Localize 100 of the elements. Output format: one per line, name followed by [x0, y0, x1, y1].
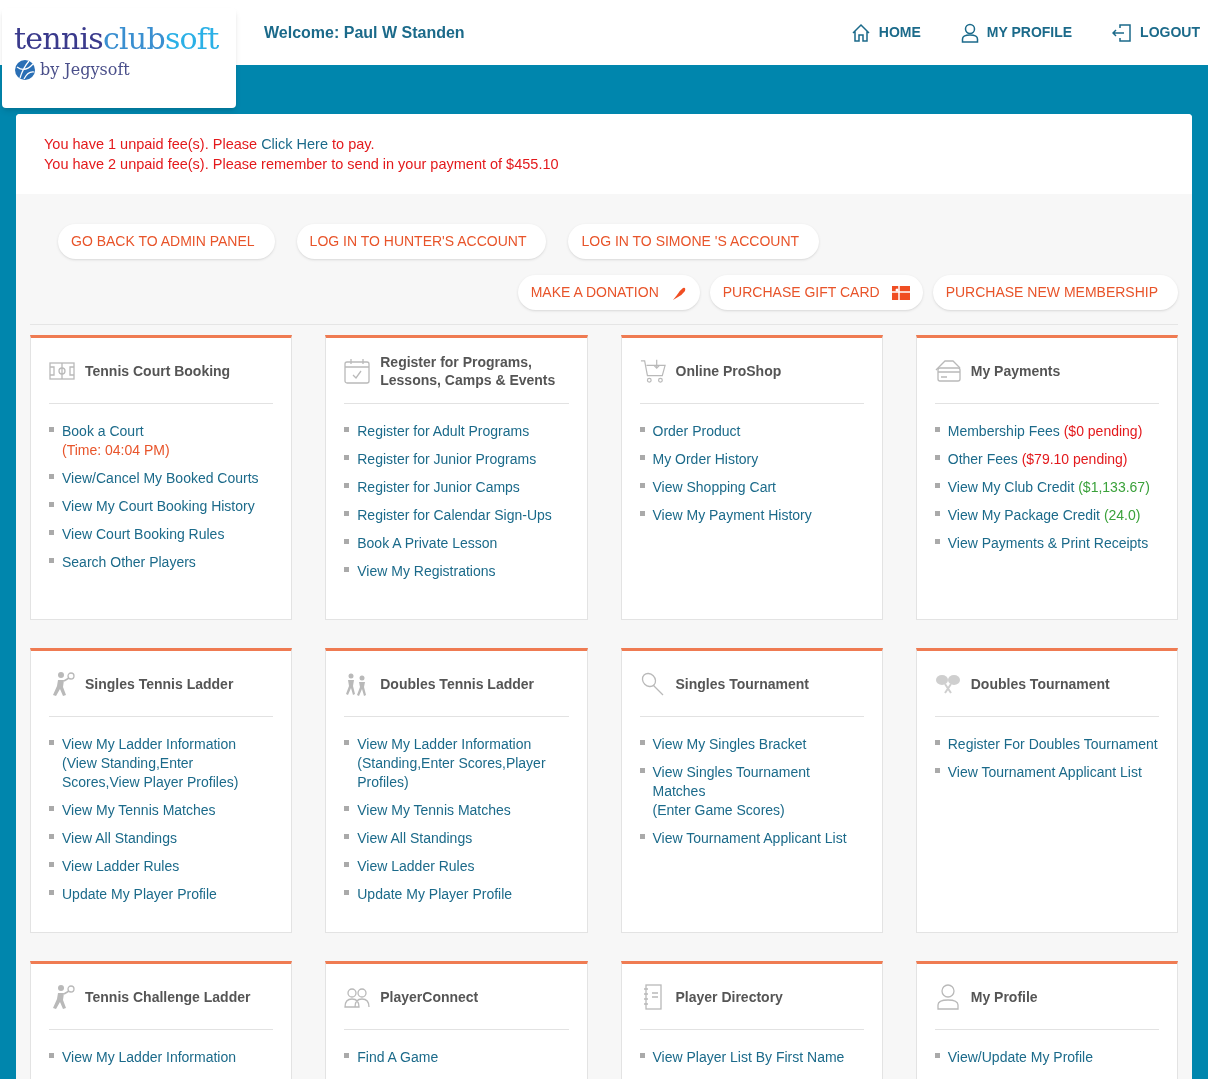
menu-link[interactable]: Register for Adult Programs: [357, 422, 530, 441]
bullet-icon: [49, 890, 54, 895]
card-title: Singles Tournament: [675, 674, 810, 693]
bullet-icon: [49, 862, 54, 867]
bullet-icon: [344, 427, 350, 432]
card-title: Singles Tennis Ladder: [85, 674, 234, 693]
card-title: Tennis Court Booking: [85, 361, 231, 380]
bullet-icon: [639, 511, 645, 516]
menu-link[interactable]: View My Tennis Matches: [357, 801, 511, 820]
globe-icon: [14, 59, 36, 81]
card-title: Player Directory: [675, 987, 783, 1006]
menu-link[interactable]: Book A Private Lesson: [357, 534, 498, 553]
menu-link[interactable]: Register for Junior Programs: [357, 450, 537, 469]
bullet-icon: [49, 427, 54, 432]
menu-link[interactable]: View My Singles Bracket: [652, 735, 807, 754]
card-title: PlayerConnect: [380, 987, 479, 1006]
bullet-icon: [934, 768, 940, 773]
bullet-icon: [49, 530, 54, 535]
bullet-icon: [49, 806, 54, 811]
menu-link[interactable]: View All Standings: [62, 829, 177, 848]
bullet-icon: [639, 1053, 645, 1058]
menu-link[interactable]: Membership Fees ($0 pending): [947, 422, 1143, 441]
bullet-icon: [344, 1053, 350, 1058]
nav-link[interactable]: HOME: [850, 22, 921, 43]
menu-link[interactable]: My Order History: [652, 450, 759, 469]
bullet-icon: [934, 511, 940, 516]
unpaid-fee-notice: You have 2 unpaid fee(s). Please remember to send in your payment of $455.10: [44, 155, 560, 174]
card-title: Online ProShop: [675, 361, 782, 380]
menu-link[interactable]: Update My Player Profile: [62, 885, 217, 904]
menu-link[interactable]: Register for Junior Camps: [357, 478, 520, 497]
nav-link[interactable]: LOGOUT: [1112, 22, 1200, 43]
bullet-icon: [344, 483, 350, 488]
notebook-icon: [643, 983, 662, 1010]
menu-link[interactable]: View My Ladder Information (View Standing,Enter Scores,View Player Profiles): [62, 735, 274, 792]
card-title: My Profile: [970, 987, 1038, 1006]
credit-card-icon: [934, 359, 961, 382]
logo-wordmark: tennisclubsoft: [14, 24, 220, 54]
nav-link[interactable]: MY PROFILE: [960, 22, 1073, 43]
menu-link[interactable]: View All Standings: [357, 829, 473, 848]
menu-link[interactable]: View Singles Tournament Matches (Enter Game Scores): [652, 763, 864, 820]
card-title: My Payments: [970, 361, 1061, 380]
menu-link[interactable]: View My Court Booking History: [62, 497, 255, 516]
logout-icon: [1112, 22, 1133, 43]
bullet-icon: [934, 1053, 940, 1058]
menu-link[interactable]: Other Fees ($79.10 pending): [947, 450, 1128, 469]
menu-link[interactable]: Register for Calendar Sign-Ups: [357, 506, 552, 525]
menu-link[interactable]: View/Cancel My Booked Courts: [62, 469, 259, 488]
menu-link[interactable]: Update My Player Profile: [357, 885, 513, 904]
bullet-icon: [344, 455, 350, 460]
action-button[interactable]: PURCHASE NEW MEMBERSHIP: [932, 275, 1178, 310]
menu-link[interactable]: View Court Booking Rules: [62, 525, 225, 544]
gift-card-icon: [891, 285, 910, 300]
unpaid-fee-notice: You have 1 unpaid fee(s). Please Click Here to pay.: [44, 135, 376, 154]
pay-link[interactable]: Click Here: [261, 136, 328, 152]
menu-link[interactable]: View My Ladder Information: [62, 1048, 237, 1067]
menu-link[interactable]: View Ladder Rules: [357, 857, 475, 876]
bullet-icon: [344, 511, 350, 516]
bullet-icon: [639, 834, 645, 839]
menu-link[interactable]: View My Payment History: [652, 506, 812, 525]
menu-link[interactable]: Find A Game: [357, 1048, 439, 1067]
menu-link[interactable]: View Tournament Applicant List: [652, 829, 847, 848]
action-button[interactable]: LOG IN TO HUNTER'S ACCOUNT: [296, 224, 547, 259]
menu-link[interactable]: View Shopping Cart: [652, 478, 776, 497]
calendar-icon: [344, 357, 371, 384]
card-title: Doubles Tournament: [970, 674, 1110, 693]
action-button[interactable]: GO BACK TO ADMIN PANEL: [58, 224, 275, 259]
menu-link[interactable]: Register For Doubles Tournament: [947, 735, 1158, 754]
menu-link[interactable]: View My Tennis Matches: [62, 801, 216, 820]
action-button[interactable]: LOG IN TO SIMONE 'S ACCOUNT: [568, 224, 820, 259]
bullet-icon: [639, 740, 645, 745]
card-title: Tennis Challenge Ladder: [85, 987, 251, 1006]
bullet-icon: [934, 539, 940, 544]
home-icon: [850, 22, 871, 43]
bullet-icon: [344, 806, 350, 811]
menu-link[interactable]: View My Registrations: [357, 562, 496, 581]
menu-link[interactable]: View Tournament Applicant List: [947, 763, 1142, 782]
bullet-icon: [934, 483, 940, 488]
menu-link[interactable]: View Player List By First Name: [652, 1048, 845, 1067]
cart-icon: [639, 357, 666, 384]
menu-link[interactable]: Book a Court (Time: 04:04 PM): [62, 422, 170, 460]
bullet-icon: [934, 740, 940, 745]
menu-link[interactable]: View My Ladder Information (Standing,Enter Scores,Player Profiles): [357, 735, 569, 792]
menu-link[interactable]: View My Club Credit ($1,133.67): [947, 478, 1150, 497]
bullet-icon: [934, 455, 940, 460]
menu-link[interactable]: View My Package Credit (24.0): [947, 506, 1141, 525]
bullet-icon: [49, 558, 54, 563]
bullet-icon: [344, 539, 350, 544]
menu-link[interactable]: Order Product: [652, 422, 741, 441]
action-button[interactable]: MAKE A DONATION: [517, 275, 700, 310]
bullet-icon: [639, 768, 645, 773]
bullet-icon: [49, 740, 54, 745]
byline-text: by Jegysoft: [40, 59, 130, 81]
menu-link[interactable]: Search Other Players: [62, 553, 196, 572]
action-button[interactable]: PURCHASE GIFT CARD: [709, 275, 923, 310]
racket-icon: [640, 671, 665, 696]
menu-link[interactable]: View Payments & Print Receipts: [947, 534, 1149, 553]
menu-link[interactable]: View/Update My Profile: [947, 1048, 1093, 1067]
bullet-icon: [639, 427, 645, 432]
user-icon: [960, 22, 979, 43]
menu-link[interactable]: View Ladder Rules: [62, 857, 180, 876]
